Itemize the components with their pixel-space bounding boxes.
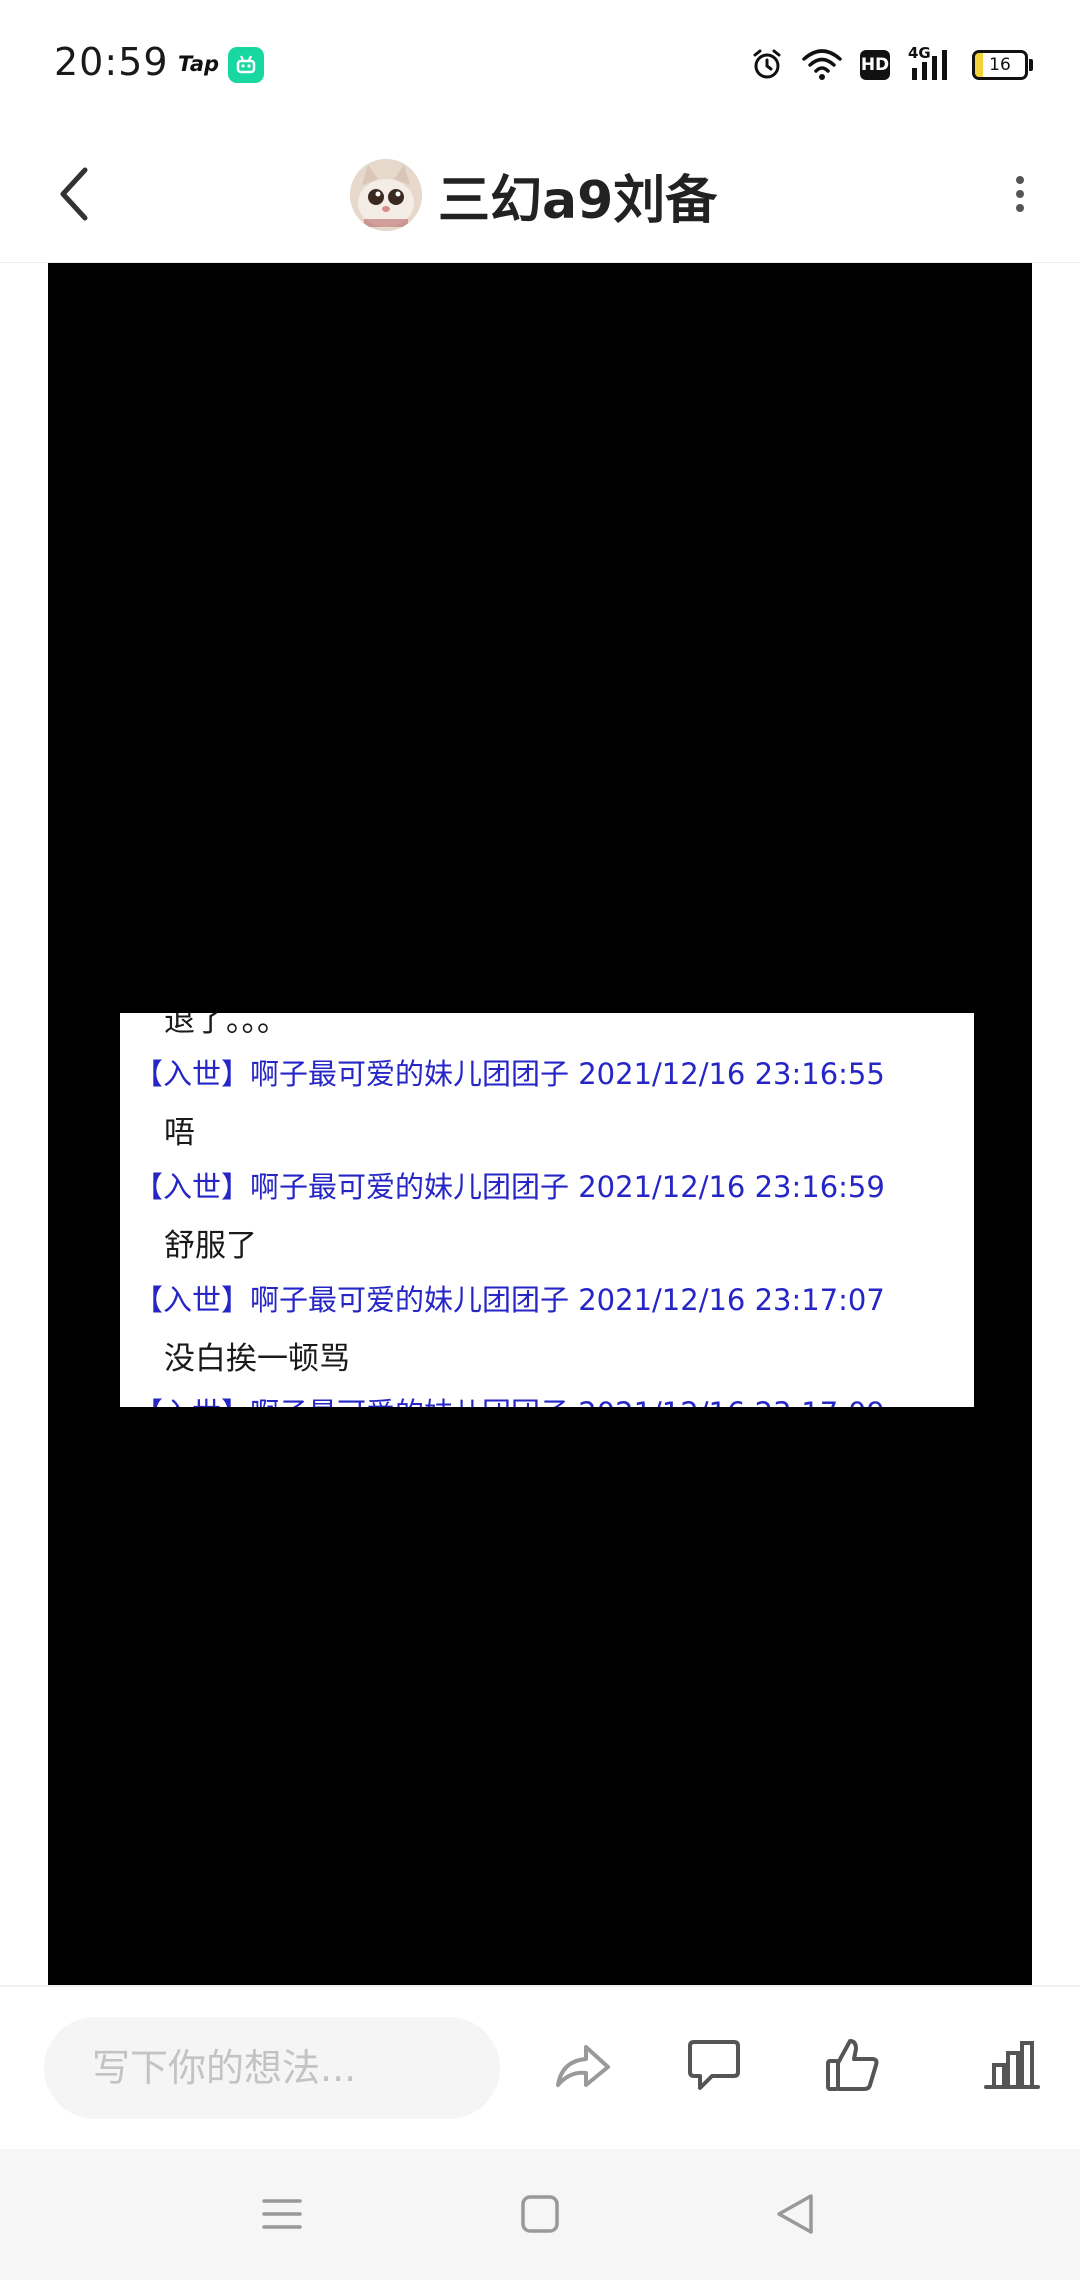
more-vertical-icon	[1014, 174, 1026, 218]
comment-icon	[686, 2038, 742, 2096]
status-time: 20:59	[54, 40, 169, 84]
taptap-app-icon	[228, 47, 264, 83]
chevron-left-icon	[55, 164, 95, 228]
menu-icon	[262, 2197, 302, 2235]
author-info[interactable]: 三幻a9刘备	[350, 142, 717, 248]
status-indicators: HD 4G 16	[750, 44, 1033, 86]
back-button[interactable]	[40, 156, 110, 236]
chat-message: 没白挨一顿骂	[164, 1341, 350, 1377]
bottom-action-bar	[0, 1985, 1080, 2151]
chat-meta: 【入世】啊子最可爱的妹儿团团子 2021/12/16 23:17:09	[134, 1390, 885, 1407]
battery-indicator: 16	[972, 50, 1033, 80]
chat-message: 退了。。。	[164, 1013, 288, 1039]
hd-badge: HD	[860, 50, 890, 80]
chat-screenshot: 退了。。。 【入世】啊子最可爱的妹儿团团子 2021/12/16 23:16:5…	[120, 1013, 974, 1407]
chat-meta: 【入世】啊子最可爱的妹儿团团子 2021/12/16 23:16:59	[134, 1170, 885, 1204]
comment-input[interactable]	[44, 2017, 500, 2119]
signal-icon: 4G	[908, 44, 954, 82]
like-icon	[824, 2037, 880, 2097]
wifi-icon	[802, 49, 842, 81]
share-button[interactable]	[542, 2027, 622, 2107]
like-button[interactable]	[812, 2027, 892, 2107]
avatar[interactable]	[350, 159, 422, 231]
post-image[interactable]: 退了。。。 【入世】啊子最可爱的妹儿团团子 2021/12/16 23:16:5…	[48, 263, 1032, 1985]
share-icon	[552, 2037, 612, 2097]
stats-button[interactable]	[972, 2027, 1052, 2107]
taptap-logo: Tap	[178, 52, 220, 76]
status-bar: 20:59 Tap HD 4G 16	[0, 0, 1080, 128]
chat-message: 舒服了	[164, 1228, 257, 1264]
chat-message: 唔	[164, 1115, 195, 1151]
home-button[interactable]	[505, 2181, 575, 2251]
post-content: 退了。。。 【入世】啊子最可爱的妹儿团团子 2021/12/16 23:16:5…	[0, 263, 1080, 1985]
comment-button[interactable]	[674, 2027, 754, 2107]
alarm-icon	[750, 48, 784, 82]
back-triangle-icon	[775, 2192, 815, 2240]
stats-icon	[984, 2039, 1040, 2095]
back-nav-button[interactable]	[760, 2181, 830, 2251]
chat-meta: 【入世】啊子最可爱的妹儿团团子 2021/12/16 23:16:55	[134, 1057, 885, 1091]
post-header: 三幻a9刘备	[0, 128, 1080, 263]
system-nav-bar	[0, 2149, 1080, 2280]
recent-apps-button[interactable]	[247, 2181, 317, 2251]
home-icon	[520, 2194, 560, 2238]
chat-meta: 【入世】啊子最可爱的妹儿团团子 2021/12/16 23:17:07	[134, 1283, 885, 1317]
more-options-button[interactable]	[990, 156, 1050, 236]
author-name[interactable]: 三幻a9刘备	[438, 158, 717, 233]
